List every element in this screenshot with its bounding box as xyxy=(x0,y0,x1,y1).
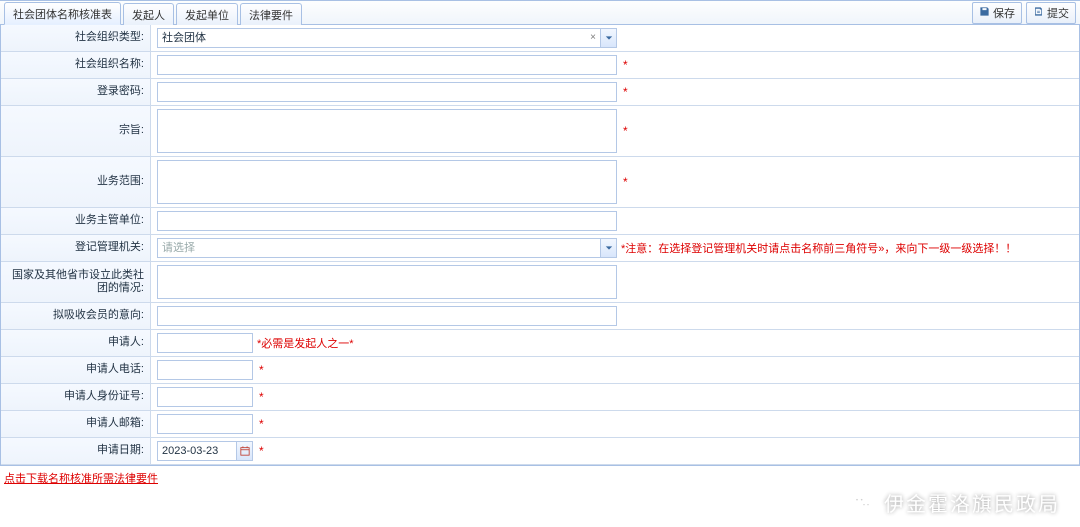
label-applicant-email: 申请人邮箱: xyxy=(1,411,151,437)
required-mark: * xyxy=(621,124,628,138)
tabs: 社会团体名称核准表 发起人 发起单位 法律要件 xyxy=(4,1,302,24)
label-applicant: 申请人: xyxy=(1,330,151,356)
org-name-input[interactable] xyxy=(157,55,617,75)
label-org-name: 社会组织名称: xyxy=(1,52,151,78)
applicant-hint: *必需是发起人之一* xyxy=(257,335,354,351)
label-reg-authority: 登记管理机关: xyxy=(1,235,151,261)
calendar-icon[interactable] xyxy=(236,442,252,460)
reg-authority-hint: *注意：在选择登记管理机关时请点击名称前三角符号»，来向下一级一级选择！！ xyxy=(621,240,1016,256)
required-mark: * xyxy=(257,417,264,431)
chevron-down-icon[interactable] xyxy=(600,29,616,47)
label-applicant-id: 申请人身份证号: xyxy=(1,384,151,410)
label-scope: 业务范围: xyxy=(1,157,151,207)
applicant-email-input[interactable] xyxy=(157,414,253,434)
save-icon xyxy=(979,6,990,20)
label-purpose: 宗旨: xyxy=(1,106,151,156)
label-recruit-intent: 拟吸收会员的意向: xyxy=(1,303,151,329)
applicant-tel-input[interactable] xyxy=(157,360,253,380)
tab-initiator-unit[interactable]: 发起单位 xyxy=(176,3,238,25)
save-button[interactable]: 保存 xyxy=(972,2,1022,24)
label-applicant-tel: 申请人电话: xyxy=(1,357,151,383)
label-apply-date: 申请日期: xyxy=(1,438,151,464)
label-other-cities: 国家及其他省市设立此类社团的情况: xyxy=(1,262,151,302)
supervisor-input[interactable] xyxy=(157,211,617,231)
topbar: 社会团体名称核准表 发起人 发起单位 法律要件 保存 提交 xyxy=(0,0,1080,24)
applicant-id-input[interactable] xyxy=(157,387,253,407)
submit-icon xyxy=(1033,6,1044,20)
required-mark: * xyxy=(257,363,264,377)
org-type-select[interactable]: 社会团体 × xyxy=(157,28,617,48)
required-mark: * xyxy=(621,85,628,99)
action-buttons: 保存 提交 xyxy=(972,2,1076,24)
scope-textarea[interactable] xyxy=(157,160,617,204)
reg-authority-select[interactable]: 请选择 xyxy=(157,238,617,258)
tab-name-approval[interactable]: 社会团体名称核准表 xyxy=(4,2,121,25)
required-mark: * xyxy=(257,390,264,404)
tab-initiator-person[interactable]: 发起人 xyxy=(123,3,174,25)
wechat-icon xyxy=(848,489,876,517)
required-mark: * xyxy=(257,444,264,458)
watermark: 伊金霍洛旗民政局 xyxy=(848,488,1060,517)
label-supervisor: 业务主管单位: xyxy=(1,208,151,234)
submit-button[interactable]: 提交 xyxy=(1026,2,1076,24)
label-login-password: 登录密码: xyxy=(1,79,151,105)
other-cities-textarea[interactable] xyxy=(157,265,617,299)
tab-legal-requirements[interactable]: 法律要件 xyxy=(240,3,302,25)
recruit-intent-input[interactable] xyxy=(157,306,617,326)
applicant-input[interactable] xyxy=(157,333,253,353)
required-mark: * xyxy=(621,58,628,72)
form: 社会组织类型: 社会团体 × 社会组织名称: * 登录密码: * 宗旨: xyxy=(0,24,1080,466)
clear-icon[interactable]: × xyxy=(586,31,600,45)
download-legal-requirements-link[interactable]: 点击下载名称核准所需法律要件 xyxy=(0,466,1080,492)
label-org-type: 社会组织类型: xyxy=(1,25,151,51)
purpose-textarea[interactable] xyxy=(157,109,617,153)
chevron-down-icon[interactable] xyxy=(600,239,616,257)
required-mark: * xyxy=(621,175,628,189)
apply-date-input[interactable]: 2023-03-23 xyxy=(157,441,253,461)
login-password-input[interactable] xyxy=(157,82,617,102)
